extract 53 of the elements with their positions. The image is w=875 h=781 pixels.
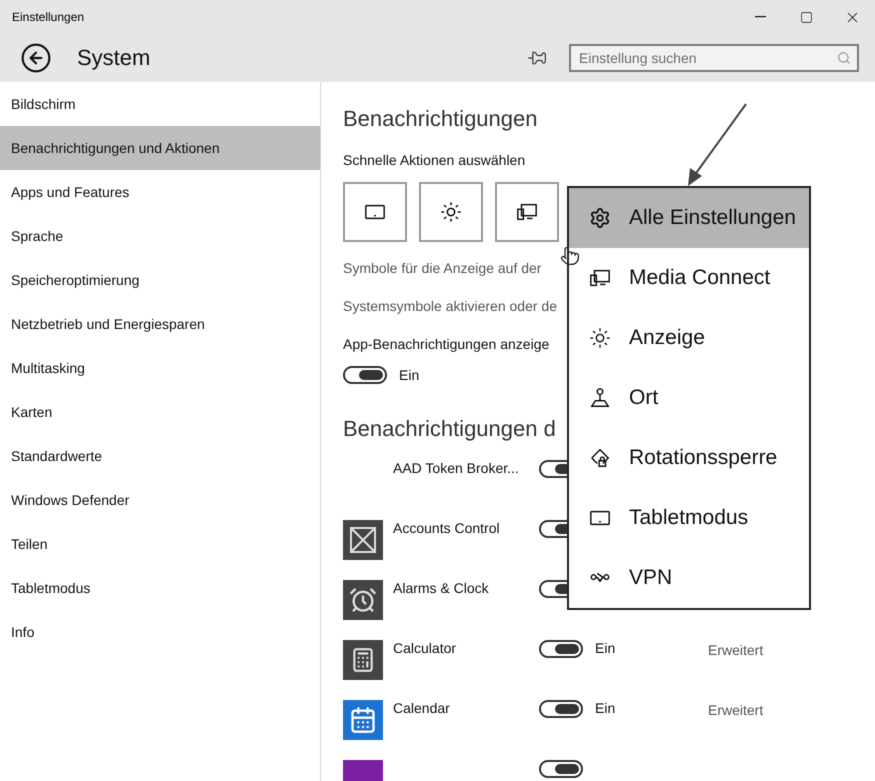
minimize-icon <box>754 16 766 18</box>
sidebar-item[interactable]: Teilen <box>0 522 320 566</box>
alarm-clock-icon <box>349 586 377 614</box>
monitor-phone-icon <box>516 201 538 223</box>
toggle-state: Ein <box>595 700 616 718</box>
search-icon <box>837 51 851 65</box>
sun-icon <box>440 201 462 223</box>
toggle-switch[interactable] <box>343 366 387 384</box>
sidebar-item[interactable]: Tabletmodus <box>0 566 320 610</box>
sidebar-item[interactable]: Bildschirm <box>0 82 320 126</box>
sidebar-item[interactable]: Speicheroptimierung <box>0 258 320 302</box>
sidebar-item[interactable]: Karten <box>0 390 320 434</box>
sidebar-item[interactable]: Netzbetrieb und Energiesparen <box>0 302 320 346</box>
sidebar-item[interactable]: Standardwerte <box>0 434 320 478</box>
text-link[interactable]: Systemsymbole aktivieren oder de <box>343 298 557 314</box>
sidebar-item[interactable]: Windows Defender <box>0 478 320 522</box>
page-title: System <box>77 45 152 71</box>
window-title: Einstellungen <box>12 10 86 24</box>
search-field[interactable]: Einstellung suchen <box>569 44 859 72</box>
advanced-link[interactable]: Erweitert <box>708 640 875 658</box>
app-name: Accounts Control <box>393 520 501 538</box>
menu-item[interactable]: Alle Einstellungen <box>569 188 809 248</box>
sidebar-item[interactable]: Info <box>0 610 320 654</box>
app-name: Calendar <box>393 700 451 718</box>
quick-action-tile[interactable] <box>343 182 407 242</box>
toggle-switch[interactable] <box>539 760 583 778</box>
text-link[interactable]: Symbole für die Anzeige auf der <box>343 260 542 276</box>
sun-icon <box>589 327 611 349</box>
app-name: Calculator <box>393 640 458 658</box>
sidebar-item[interactable]: Benachrichtigungen und Aktionen <box>0 126 320 170</box>
quick-action-tile[interactable] <box>419 182 483 242</box>
app-name: AAD Token Broker... <box>393 460 520 478</box>
sidebar-item[interactable]: Multitasking <box>0 346 320 390</box>
calendar-icon <box>349 706 377 734</box>
section-heading: Benachrichtigungen d <box>343 416 557 442</box>
quick-action-tile[interactable] <box>495 182 559 242</box>
monitor-phone-icon <box>589 267 611 289</box>
sidebar-item[interactable]: Sprache <box>0 214 320 258</box>
toggle-switch[interactable] <box>539 700 583 718</box>
app-name: Alarms & Clock <box>393 580 490 598</box>
sidebar-item[interactable]: Apps und Features <box>0 170 320 214</box>
toggle-state: Ein <box>399 367 420 383</box>
advanced-link[interactable]: Erweitert <box>708 700 875 718</box>
setting-label: App-Benachrichtigungen anzeige <box>343 336 550 352</box>
map-pin-icon <box>589 387 611 409</box>
toggle-state: Ein <box>595 640 616 658</box>
rotation-lock-icon <box>589 447 611 469</box>
toggle-switch[interactable] <box>539 640 583 658</box>
gear-icon <box>589 207 611 229</box>
quick-actions-label: Schnelle Aktionen auswählen <box>343 152 526 168</box>
section-heading: Benachrichtigungen <box>343 106 538 132</box>
back-button[interactable] <box>20 42 52 74</box>
maximize-icon <box>800 10 812 24</box>
